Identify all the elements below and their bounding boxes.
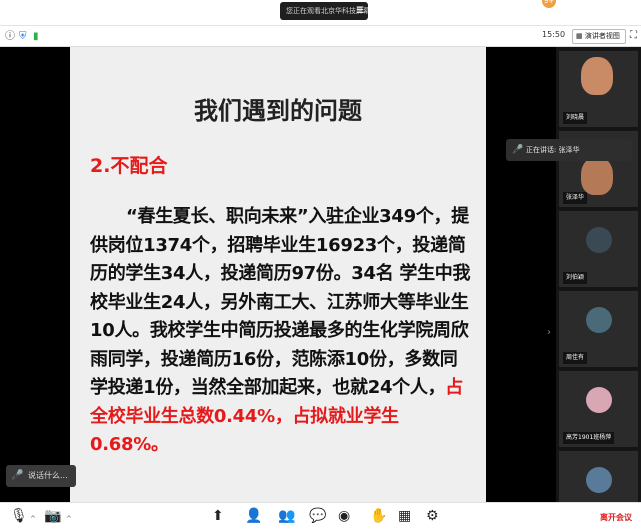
chat-icon[interactable]: 💬	[309, 508, 326, 524]
speaker-tag-text: 说话什么...	[28, 471, 68, 480]
shield-icon[interactable]: ⛨	[19, 30, 27, 44]
shared-screen-area: 我们遇到的问题 2.不配合 “春生夏长、职向未来”入驻企业349个，提供岗位13…	[0, 47, 556, 502]
participant-tile[interactable]: 刘晓晨	[559, 51, 638, 127]
signal-icon[interactable]: ▮	[33, 30, 39, 44]
slide-title: 我们遇到的问题	[194, 97, 362, 125]
apps-icon[interactable]: ▦	[398, 508, 411, 524]
mic-icon: 🎤	[11, 470, 24, 481]
presentation-slide: 我们遇到的问题 2.不配合 “春生夏长、职向未来”入驻企业349个，提供岗位13…	[70, 47, 486, 502]
participants-icon[interactable]: 👥	[278, 508, 295, 524]
active-speaker-tag[interactable]: 🎤 说话什么... ›	[6, 465, 76, 487]
meeting-timer: 15:50	[542, 30, 566, 39]
menu-icon[interactable]: ☰	[356, 2, 364, 20]
fullscreen-icon[interactable]: ⛶	[630, 30, 637, 41]
grid-icon: ▦	[576, 32, 583, 40]
info-icon[interactable]: ⓘ	[5, 30, 15, 44]
participant-video	[581, 57, 613, 95]
invite-icon[interactable]: 👤	[245, 508, 262, 524]
participant-gallery: 刘晓晨 张泽华 刘伯颖 周佳有 高芳1901班杨萍	[556, 47, 641, 502]
mic-options-chevron-icon[interactable]: ^	[30, 515, 36, 523]
notification-badge[interactable]: 9+	[542, 0, 556, 8]
participant-name: 周佳有	[563, 352, 588, 364]
screen-share-indicator[interactable]: 您正在观看北京华科技屏幕 ☰	[280, 2, 368, 20]
top-bar: 您正在观看北京华科技屏幕 ☰ 9+	[0, 0, 641, 26]
participant-tile[interactable]	[559, 451, 638, 502]
slide-subtitle: 2.不配合	[90, 155, 168, 177]
mic-icon: 🎤	[512, 145, 524, 155]
meeting-toolbar: 🎙 ^ 📷 ^ ⬆ 👤 👥 💬 ◉ ✋ ▦ ⚙ 离开会议	[0, 502, 641, 530]
view-mode-label: 演讲者视图	[584, 32, 620, 40]
participant-name: 高芳1901班杨萍	[563, 432, 615, 444]
participant-avatar	[586, 227, 612, 253]
slide-body-text: “春生夏长、职向未来”入驻企业349个，提供岗位1374个，招聘毕业生16923…	[90, 206, 471, 398]
video-options-chevron-icon[interactable]: ^	[66, 515, 72, 523]
participant-avatar	[586, 307, 612, 333]
participant-avatar	[586, 387, 612, 413]
video-off-icon[interactable]: 📷	[44, 508, 61, 524]
collapse-gallery-icon[interactable]: ›	[547, 327, 551, 338]
participant-tile[interactable]: 刘伯颖	[559, 211, 638, 287]
participant-video	[581, 157, 613, 195]
record-icon[interactable]: ◉	[338, 508, 350, 524]
view-mode-button[interactable]: ▦ 演讲者视图	[572, 29, 626, 44]
raise-hand-icon[interactable]: ✋	[370, 508, 387, 524]
share-screen-icon[interactable]: ⬆	[212, 508, 224, 524]
participant-tile[interactable]: 周佳有	[559, 291, 638, 367]
participant-name: 张泽华	[563, 192, 588, 204]
leave-meeting-button[interactable]: 离开会议	[600, 512, 632, 523]
mic-icon[interactable]: 🎙	[10, 508, 28, 524]
participant-name: 刘晓晨	[563, 112, 588, 124]
participant-avatar	[586, 467, 612, 493]
slide-body: “春生夏长、职向未来”入驻企业349个，提供岗位1374个，招聘毕业生16923…	[90, 203, 474, 460]
participant-name: 刘伯颖	[563, 272, 588, 284]
settings-icon[interactable]: ⚙	[426, 508, 439, 524]
speaking-tooltip-text: 正在讲话: 张泽华	[526, 146, 580, 154]
meeting-info-bar: ⓘ ⛨ ▮ 15:50 ▦ 演讲者视图 ⛶	[0, 27, 641, 47]
participant-tile[interactable]: 高芳1901班杨萍	[559, 371, 638, 447]
speaking-tooltip: 🎤 正在讲话: 张泽华	[506, 139, 632, 161]
